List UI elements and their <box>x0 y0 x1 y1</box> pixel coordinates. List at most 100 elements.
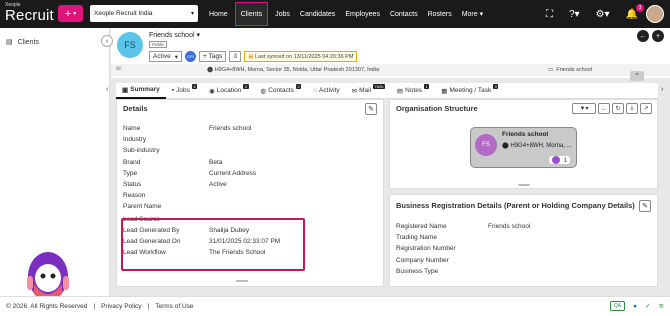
tab-badge: 0 <box>493 84 499 89</box>
fullscreen-icon[interactable]: ⛶ <box>546 9 553 20</box>
refresh-icon[interactable]: ↻ <box>612 103 624 114</box>
org-selector[interactable]: Xeople Recruit India ▾ <box>90 5 198 22</box>
nav-more-label: More <box>461 10 478 18</box>
add-tags-button[interactable]: + Tags <box>198 51 227 62</box>
phone-icon[interactable]: ☏ <box>115 66 122 72</box>
business-row: Registration Number <box>396 243 530 254</box>
copyright-text: © 2026. All Rights Reserved <box>6 303 88 310</box>
detail-row-status: Status Active <box>123 179 280 190</box>
client-website[interactable]: ▭ Friends school <box>548 67 592 73</box>
back-arrow-icon[interactable]: ← <box>598 103 610 114</box>
sidebar-item-clients[interactable]: ▤ Clients <box>6 38 40 47</box>
tab-summary[interactable]: ▣ Summary <box>116 83 166 99</box>
plus-icon: + <box>64 7 72 20</box>
org-toolbar: ▼▾ ← ↻ ⤓ ↗ <box>572 103 652 114</box>
add-icon[interactable]: + <box>652 30 664 42</box>
filter-icon[interactable]: ▼▾ <box>572 103 596 114</box>
user-avatar[interactable] <box>646 5 664 23</box>
sidebar-collapse-button[interactable]: ‹ <box>101 35 113 47</box>
detail-label: Industry <box>123 136 147 144</box>
tab-label: Location <box>216 87 242 94</box>
tab-activity[interactable]: ○ Activity <box>307 83 346 99</box>
detail-label: Reason <box>123 192 146 200</box>
tab-meeting-task[interactable]: ▦ Meeting / Task 0 <box>435 83 504 99</box>
tab-mail[interactable]: ✉ Mail 762b <box>346 83 391 99</box>
detail-label: Status <box>123 181 142 189</box>
nav-candidates[interactable]: Candidates <box>295 0 340 28</box>
chevron-up-icon: ⌃ <box>634 73 640 80</box>
nav-rosters[interactable]: Rosters <box>423 0 457 28</box>
org-node-avatar: FS <box>475 134 497 156</box>
visibility-tag: Public <box>149 41 168 48</box>
accessibility-icon[interactable]: ✓ <box>645 302 650 310</box>
qa-badge: QA <box>609 301 626 311</box>
tab-notes[interactable]: ▤ Notes 1 <box>391 83 435 99</box>
org-node-count-value: 1 <box>563 156 567 164</box>
tab-jobs[interactable]: ▪ Jobs 4 <box>166 83 203 99</box>
client-controls: Active ▾ CPI + Tags 3 ▤ Last synced on 13… <box>149 51 358 62</box>
nav-jobs[interactable]: Jobs <box>270 0 295 28</box>
chevron-down-icon: ▾ <box>479 11 484 18</box>
portal-icon[interactable]: CPI <box>184 51 196 62</box>
mail-icon: ✉ <box>351 87 358 95</box>
detail-value: The Friends School <box>209 249 266 257</box>
tab-scroll-left-icon[interactable]: ‹ <box>106 86 108 93</box>
user-icon[interactable]: ● <box>633 303 637 310</box>
edit-business-button[interactable]: ✎ <box>639 200 651 212</box>
business-label: Company Number <box>396 256 449 264</box>
detail-row-lead-generated-on: Lead Generated On 31/01/2025 02:33:07 PM <box>123 236 280 247</box>
business-label: Registration Number <box>396 245 456 253</box>
detail-row-type: Type Current Address <box>123 168 280 179</box>
gear-icon[interactable]: ⚙▾ <box>596 9 610 20</box>
external-link-icon[interactable]: ↗ <box>640 103 652 114</box>
business-row: Company Number <box>396 255 530 266</box>
tab-scroll-right-icon[interactable]: › <box>661 86 663 93</box>
detail-row-reason: Reason <box>123 190 280 201</box>
bell-icon[interactable]: 🔔 3 <box>626 3 644 20</box>
tab-location[interactable]: ◉ Location 2 <box>203 83 254 99</box>
status-select[interactable]: Active ▾ <box>149 51 182 62</box>
create-new-button[interactable]: + ▾ <box>58 5 83 22</box>
sync-icon: ▤ <box>248 53 254 60</box>
resize-handle[interactable] <box>236 280 248 282</box>
app-logo[interactable]: Xeople Recruit <box>5 3 54 24</box>
notes-icon: ▤ <box>396 87 404 95</box>
chevron-down-icon: ▾ <box>196 32 200 39</box>
tab-label: Jobs <box>176 87 190 94</box>
detail-row-industry: Industry <box>123 134 280 145</box>
org-node-location-text: H9G4+8WH, Morna, ... <box>510 143 572 149</box>
privacy-policy-link[interactable]: Privacy Policy <box>101 303 141 310</box>
download-icon[interactable]: ⤓ <box>626 103 638 114</box>
detail-label: Lead Generated On <box>123 237 181 245</box>
activity-icon: ○ <box>313 87 318 94</box>
logo-big-text: Recruit <box>5 7 54 24</box>
client-website-text: Friends school <box>556 67 593 73</box>
nav-contacts[interactable]: Contacts <box>385 0 423 28</box>
client-name[interactable]: Friends school ▾ <box>149 31 200 39</box>
detail-row-lead-generated-by: Lead Generated By Shailja Dubey <box>123 225 280 236</box>
sidebar-item-label: Clients <box>17 38 40 46</box>
back-arrow-icon[interactable]: ← <box>637 30 649 42</box>
org-node[interactable]: FS Friends school ⬤ H9G4+8WH, Morna, ...… <box>470 127 577 168</box>
briefcase-icon: ▪ <box>171 87 175 94</box>
nav-employees[interactable]: Employees <box>340 0 385 28</box>
collapse-header-button[interactable]: ⌃ <box>630 71 644 81</box>
help-icon[interactable]: ?▾ <box>569 9 580 20</box>
tags-label: Tags <box>208 53 223 60</box>
business-row: Registered Name Friends school <box>396 221 530 232</box>
details-rows: Name Friends school Industry Sub-industry… <box>123 123 280 258</box>
nav-home[interactable]: Home <box>204 0 233 28</box>
location-icon: ◉ <box>209 87 215 95</box>
tab-contacts[interactable]: ◍ Contacts 2 <box>255 83 308 99</box>
resize-handle[interactable] <box>518 184 530 186</box>
nav-more[interactable]: More ▾ <box>457 0 488 28</box>
edit-details-button[interactable]: ✎ <box>365 103 377 115</box>
org-node-count: 1 <box>549 156 570 164</box>
tab-label: Notes <box>405 87 423 94</box>
org-node-name: Friends school <box>502 131 549 138</box>
terms-link[interactable]: Terms of Use <box>155 303 193 310</box>
nav-clients[interactable]: Clients <box>234 2 269 26</box>
status-value: Active <box>153 53 171 60</box>
tab-badge: 4 <box>191 84 198 89</box>
detail-row-lead-source: Lead Source <box>123 214 280 225</box>
